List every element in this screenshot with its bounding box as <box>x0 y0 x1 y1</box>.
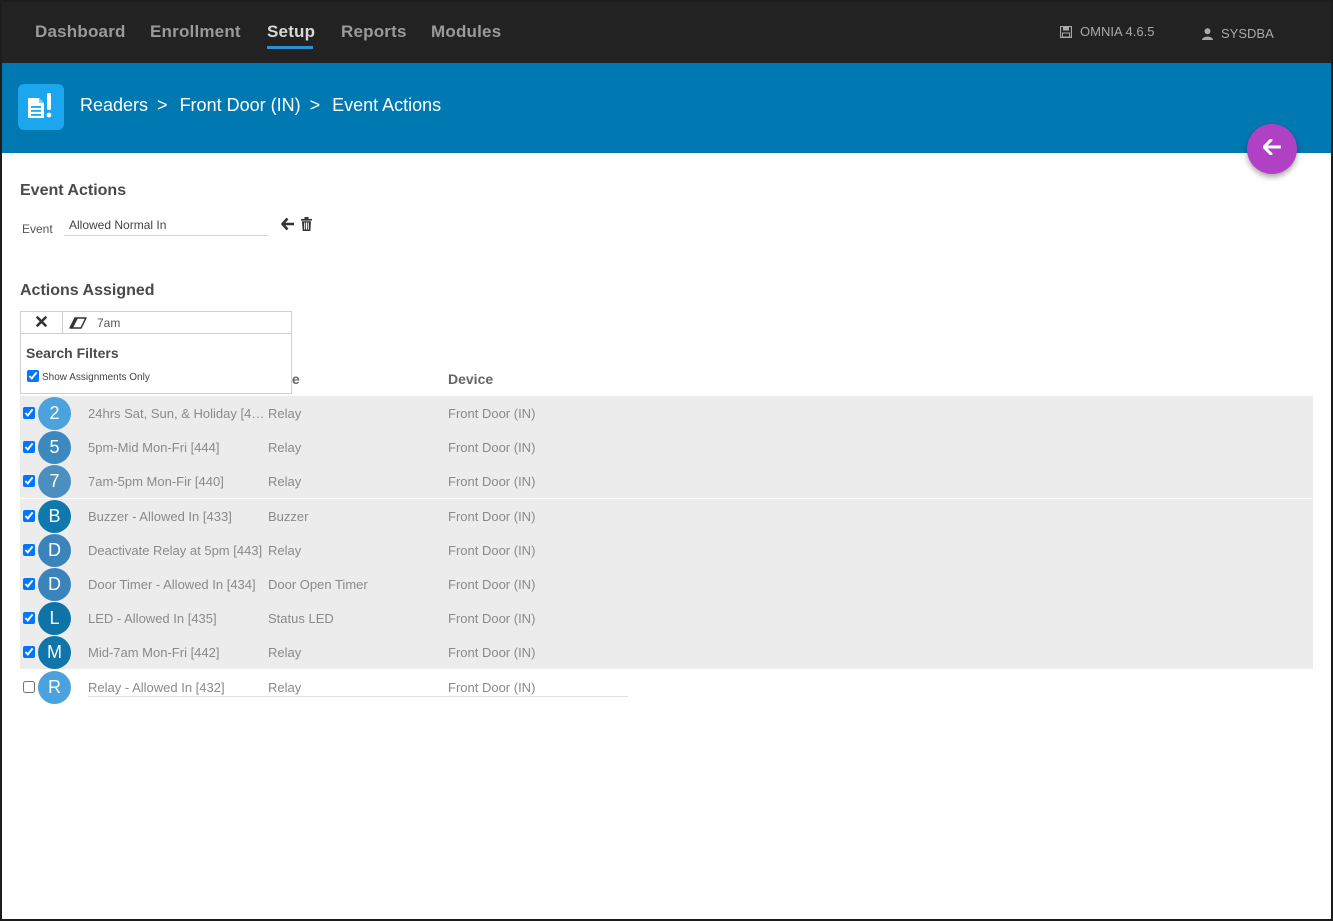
user-icon <box>1202 27 1213 40</box>
action-device: Front Door (IN) <box>448 440 536 455</box>
row-checkbox[interactable] <box>23 612 35 624</box>
top-navigation: Dashboard Enrollment Setup Reports Modul… <box>2 2 1331 63</box>
row-checkbox[interactable] <box>23 681 35 693</box>
table-row[interactable]: M Mid-7am Mon-Fri [442] Relay Front Door (I… <box>20 635 1313 669</box>
event-actions-title: Event Actions <box>20 182 127 199</box>
nav-reports[interactable]: Reports <box>341 22 407 42</box>
row-checkbox[interactable] <box>23 441 35 453</box>
action-device: Front Door (IN) <box>448 577 536 592</box>
action-type: Buzzer <box>268 509 309 524</box>
row-checkbox[interactable] <box>23 646 35 658</box>
breadcrumb-event-actions: Event Actions <box>332 95 442 115</box>
show-assignments-only-checkbox[interactable] <box>27 370 39 382</box>
arrow-left-icon <box>1262 138 1282 160</box>
eraser-icon[interactable] <box>69 316 87 334</box>
action-name: Relay - Allowed In [432] <box>88 680 225 695</box>
action-type: Relay <box>268 543 302 558</box>
avatar: B <box>38 500 71 533</box>
action-device: Front Door (IN) <box>448 645 536 660</box>
filter-bar <box>21 312 291 334</box>
table-row[interactable]: L LED - Allowed In [435] Status LED Front D… <box>20 601 1313 635</box>
page-header: Readers > Front Door (IN) > Event Action… <box>2 63 1331 153</box>
table-row[interactable]: D Door Timer - Allowed In [434] Door Open … <box>20 567 1313 601</box>
event-delete-button[interactable] <box>301 217 312 236</box>
table-row[interactable]: R Relay - Allowed In [432] Relay Front Door… <box>20 670 1313 704</box>
clear-filter-button[interactable] <box>21 312 63 334</box>
breadcrumb-readers[interactable]: Readers <box>80 95 148 116</box>
close-icon <box>36 314 47 332</box>
nav-modules[interactable]: Modules <box>431 22 501 42</box>
search-input[interactable] <box>97 314 287 332</box>
action-name: Mid-7am Mon-Fri [442] <box>88 645 220 660</box>
event-label: Event <box>22 222 53 236</box>
action-device: Front Door (IN) <box>448 680 536 695</box>
breadcrumb: Readers > Front Door (IN) > Event Action… <box>80 95 441 116</box>
back-fab-button[interactable] <box>1247 124 1297 174</box>
breadcrumb-separator: > <box>157 95 168 115</box>
app-window: Dashboard Enrollment Setup Reports Modul… <box>0 0 1333 921</box>
action-type: Status LED <box>268 611 334 626</box>
table-row[interactable]: 7 7am-5pm Mon-Fir [440] Relay Front Door (I… <box>20 464 1313 498</box>
action-type: Relay <box>268 645 302 660</box>
avatar: D <box>38 534 71 567</box>
nav-setup[interactable]: Setup <box>267 22 315 42</box>
avatar: D <box>38 568 71 601</box>
breadcrumb-front-door[interactable]: Front Door (IN) <box>180 95 301 116</box>
action-device: Front Door (IN) <box>448 509 536 524</box>
action-device: Front Door (IN) <box>448 474 536 489</box>
action-device: Front Door (IN) <box>448 611 536 626</box>
row-checkbox[interactable] <box>23 475 35 487</box>
row-divider <box>88 696 628 697</box>
row-checkbox[interactable] <box>23 544 35 556</box>
action-type: Door Open Timer <box>268 577 368 592</box>
row-checkbox[interactable] <box>23 407 35 419</box>
action-name: 7am-5pm Mon-Fir [440] <box>88 474 224 489</box>
table-row[interactable]: D Deactivate Relay at 5pm [443] Relay Front… <box>20 533 1313 567</box>
user-name: SYSDBA <box>1221 26 1274 41</box>
column-header-device[interactable]: Device <box>448 371 493 387</box>
action-name: Door Timer - Allowed In [434] <box>88 577 256 592</box>
avatar: 2 <box>38 397 71 430</box>
action-type: Relay <box>268 680 302 695</box>
version-label: OMNIA 4.6.5 <box>1080 24 1155 39</box>
action-name: Deactivate Relay at 5pm [443] <box>88 543 263 558</box>
action-name: LED - Allowed In [435] <box>88 611 217 626</box>
version-info: OMNIA 4.6.5 <box>1060 24 1154 39</box>
actions-assigned-title: Actions Assigned <box>20 282 155 299</box>
table-row[interactable]: 5 5pm-Mid Mon-Fri [444] Relay Front Door (I… <box>20 430 1313 464</box>
avatar: 5 <box>38 431 71 464</box>
search-filters-heading: Search Filters <box>26 345 119 361</box>
document-alert-icon <box>18 84 64 130</box>
nav-active-indicator <box>267 46 313 49</box>
table-row[interactable]: 2 24hrs Sat, Sun, & Holiday [445] Relay Fro… <box>20 396 1313 430</box>
table-row[interactable]: B Buzzer - Allowed In [433] Buzzer Front Do… <box>20 499 1313 533</box>
row-checkbox[interactable] <box>23 510 35 522</box>
action-type: Relay <box>268 474 302 489</box>
event-back-button[interactable] <box>281 217 295 236</box>
action-type: Relay <box>268 406 302 421</box>
avatar: M <box>38 636 71 669</box>
breadcrumb-separator: > <box>309 95 321 115</box>
event-field[interactable] <box>64 214 268 236</box>
avatar: 7 <box>38 465 71 498</box>
arrow-left-icon <box>281 217 295 235</box>
action-name: 24hrs Sat, Sun, & Holiday [445] <box>88 406 268 421</box>
row-checkbox[interactable] <box>23 578 35 590</box>
action-device: Front Door (IN) <box>448 543 536 558</box>
action-name: Buzzer - Allowed In [433] <box>88 509 232 524</box>
user-menu[interactable]: SYSDBA <box>1202 26 1274 41</box>
avatar: L <box>38 602 71 635</box>
search-filter-panel: Search Filters Show Assignments Only <box>20 311 292 394</box>
trash-icon <box>301 217 312 235</box>
action-type: Relay <box>268 440 302 455</box>
avatar: R <box>38 671 71 704</box>
show-assignments-only-label: Show Assignments Only <box>42 372 150 383</box>
nav-enrollment[interactable]: Enrollment <box>150 22 241 42</box>
nav-dashboard[interactable]: Dashboard <box>35 22 126 42</box>
action-device: Front Door (IN) <box>448 406 536 421</box>
floppy-disk-icon <box>1060 25 1072 38</box>
action-name: 5pm-Mid Mon-Fri [444] <box>88 440 220 455</box>
